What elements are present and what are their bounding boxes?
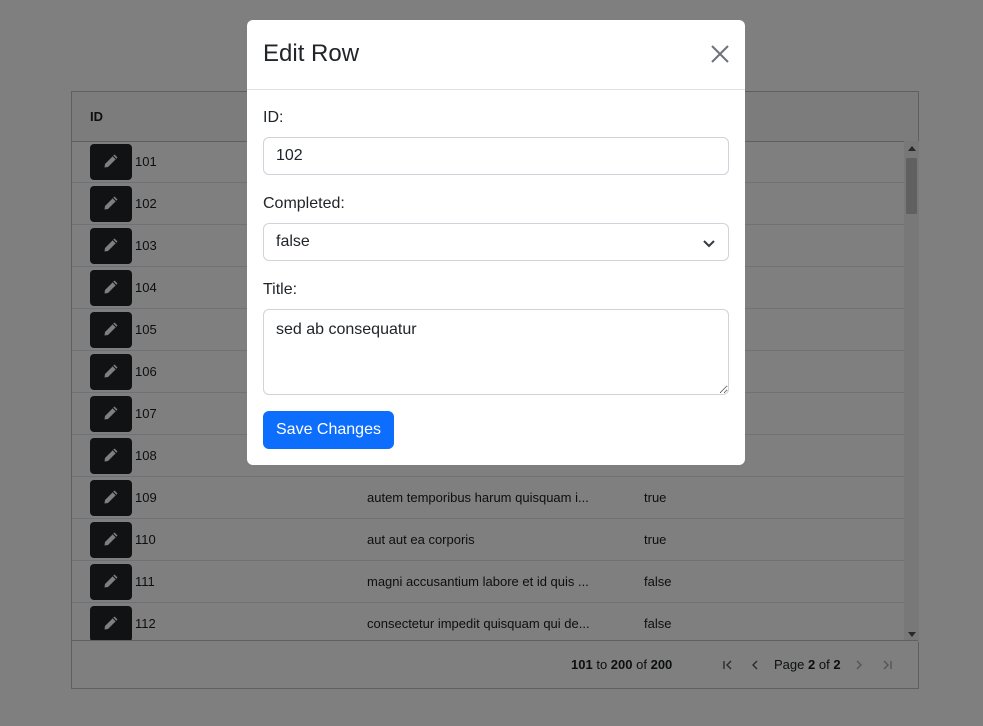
title-label: Title: — [263, 281, 298, 298]
close-icon[interactable] — [710, 44, 730, 64]
completed-select[interactable]: false — [263, 223, 729, 261]
title-textarea[interactable]: sed ab consequatur — [263, 309, 729, 395]
completed-select-value: false — [276, 233, 310, 250]
completed-label: Completed: — [263, 195, 345, 212]
edit-row-dialog: Edit Row ID: Completed: false Title: sed… — [247, 20, 745, 465]
id-label: ID: — [263, 109, 284, 126]
modal-header: Edit Row — [247, 20, 745, 90]
save-changes-button[interactable]: Save Changes — [263, 411, 394, 449]
modal-title: Edit Row — [263, 40, 360, 67]
chevron-down-icon — [703, 240, 715, 248]
id-input[interactable] — [263, 137, 729, 175]
